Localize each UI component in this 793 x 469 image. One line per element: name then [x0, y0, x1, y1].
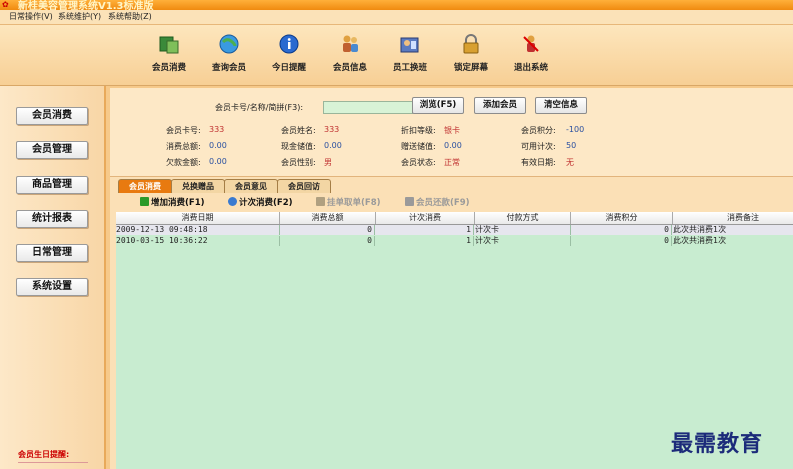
search-input[interactable]: [323, 101, 413, 114]
points-label: 会员积分:: [521, 126, 556, 135]
add-member-button[interactable]: 添加会员: [474, 97, 526, 114]
clear-info-button[interactable]: 清空信息: [535, 97, 587, 114]
toolbar-lock-screen-button[interactable]: 锁定屏幕: [441, 33, 501, 73]
debt-label: 欠款金额:: [166, 158, 201, 167]
birthday-reminder-list: [18, 462, 88, 469]
repay-icon: [405, 197, 414, 206]
col-header-payment[interactable]: 付款方式: [475, 212, 571, 224]
col-header-count[interactable]: 计次消费: [376, 212, 475, 224]
query-member-icon: [218, 33, 240, 55]
watermark-text: 最需教育: [671, 431, 764, 457]
toolbar-staff-shift-button[interactable]: 员工换班: [380, 33, 440, 73]
info-icon: [278, 33, 300, 55]
nav-stat-reports[interactable]: 统计报表: [16, 210, 88, 228]
toolbar-query-member-button[interactable]: 查询会员: [199, 33, 259, 73]
member-info-icon: [339, 33, 361, 55]
lock-icon: [460, 33, 482, 55]
gender-value: 男: [324, 158, 332, 167]
order-icon: [316, 197, 325, 206]
menu-system-help[interactable]: 系统帮助(Z): [108, 11, 152, 22]
col-header-total[interactable]: 消费总额: [280, 212, 376, 224]
member-consume-icon: [158, 33, 180, 55]
staff-shift-icon: [399, 33, 421, 55]
main-panel: 会员卡号/名称/简拼(F3): 浏览(F5) 添加会员 清空信息 会员卡号: 3…: [110, 88, 793, 469]
member-info-panel: 会员卡号/名称/简拼(F3): 浏览(F5) 添加会员 清空信息 会员卡号: 3…: [110, 88, 793, 177]
toolbar-member-consume-button[interactable]: 会员消费: [139, 33, 199, 73]
points-value: -100: [566, 125, 585, 134]
count-value: 50: [566, 141, 577, 150]
debt-value: 0.00: [209, 157, 227, 166]
tab-member-consume[interactable]: 会员消费: [118, 179, 172, 193]
nav-member-consume[interactable]: 会员消费: [16, 107, 88, 125]
toolbar-today-reminder-button[interactable]: 今日提醒: [259, 33, 319, 73]
toolbar-member-info-button[interactable]: 会员信息: [320, 33, 380, 73]
birthday-reminder-label: 会员生日提醒:: [18, 450, 70, 459]
col-header-remark[interactable]: 消费备注: [673, 212, 793, 224]
exit-icon: [520, 33, 542, 55]
title-bar: ✿ 新桂美容管理系统V1.3标准版: [0, 0, 793, 10]
total-label: 消费总额:: [166, 142, 201, 151]
card-no-value: 333: [209, 125, 225, 134]
menu-daily-ops[interactable]: 日常操作(V): [9, 11, 53, 22]
name-value: 333: [324, 125, 340, 134]
col-header-points[interactable]: 消费积分: [571, 212, 673, 224]
cash-value: 0.00: [324, 141, 342, 150]
expiry-label: 有效日期:: [521, 158, 556, 167]
nav-system-settings[interactable]: 系统设置: [16, 278, 88, 296]
window-title: 新桂美容管理系统V1.3标准版: [18, 1, 154, 10]
count-consume-button[interactable]: 计次消费(F2): [228, 196, 293, 208]
add-consume-button[interactable]: 增加消费(F1): [140, 196, 205, 208]
tab-exchange-gift[interactable]: 兑换赠品: [171, 179, 225, 193]
name-label: 会员姓名:: [281, 126, 316, 135]
action-bar: 增加消费(F1) 计次消费(F2) 挂单取单(F8) 会员还款(F9): [110, 193, 793, 209]
table-header: 消费日期 消费总额 计次消费 付款方式 消费积分 消费备注: [116, 212, 793, 225]
gender-label: 会员性别:: [281, 158, 316, 167]
cash-label: 现金储值:: [281, 142, 316, 151]
status-label: 会员状态:: [401, 158, 436, 167]
tab-member-opinion[interactable]: 会员意见: [224, 179, 278, 193]
expiry-value: 无: [566, 158, 574, 167]
tab-member-visit[interactable]: 会员回访: [277, 179, 331, 193]
discount-value: 银卡: [444, 126, 460, 135]
nav-member-manage[interactable]: 会员管理: [16, 141, 88, 159]
discount-label: 折扣等级:: [401, 126, 436, 135]
menu-system-maintenance[interactable]: 系统维护(Y): [58, 11, 101, 22]
search-label: 会员卡号/名称/简拼(F3):: [215, 103, 304, 112]
total-value: 0.00: [209, 141, 227, 150]
plus-icon: [140, 197, 149, 206]
toolbar-exit-button[interactable]: 退出系统: [501, 33, 561, 73]
hold-order-button[interactable]: 挂单取单(F8): [316, 196, 381, 208]
gift-label: 赠送储值:: [401, 142, 436, 151]
table-row[interactable]: 2009-12-13 09:48:18 0 1 计次卡 0 此次共消费1次: [116, 225, 793, 235]
nav-daily-manage[interactable]: 日常管理: [16, 244, 88, 262]
status-value: 正常: [444, 158, 460, 167]
count-label: 可用计次:: [521, 142, 556, 151]
globe-icon: [228, 197, 237, 206]
menu-bar: 日常操作(V) 系统维护(Y) 系统帮助(Z): [0, 10, 793, 25]
nav-goods-manage[interactable]: 商品管理: [16, 176, 88, 194]
browse-button[interactable]: 浏览(F5): [412, 97, 464, 114]
member-repay-button[interactable]: 会员还款(F9): [405, 196, 470, 208]
col-header-date[interactable]: 消费日期: [116, 212, 280, 224]
left-nav: 会员消费 会员管理 商品管理 统计报表 日常管理 系统设置: [0, 86, 106, 469]
gift-value: 0.00: [444, 141, 462, 150]
card-no-label: 会员卡号:: [166, 126, 201, 135]
app-logo-icon: ✿: [2, 0, 9, 9]
toolbar: 会员消费 查询会员 今日提醒 会员信息 员工换班 锁定屏幕 退出系统: [0, 25, 793, 86]
table-row[interactable]: 2010-03-15 10:36:22 0 1 计次卡 0 此次共消费1次: [116, 236, 793, 246]
